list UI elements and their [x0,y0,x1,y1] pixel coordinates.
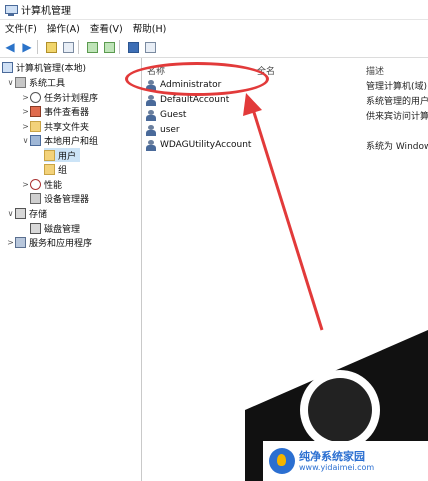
watermark-text-block: 纯净系统家园 www.yidaimei.com [299,449,375,472]
watermark-logo-icon [269,448,295,474]
watermark-url: www.yidaimei.com [299,462,375,472]
watermark-name: 纯净系统家园 [299,449,365,463]
watermark-bar: 纯净系统家园 www.yidaimei.com [263,441,428,481]
arrow-head-icon [243,93,262,116]
arrow-shaft [250,105,324,331]
